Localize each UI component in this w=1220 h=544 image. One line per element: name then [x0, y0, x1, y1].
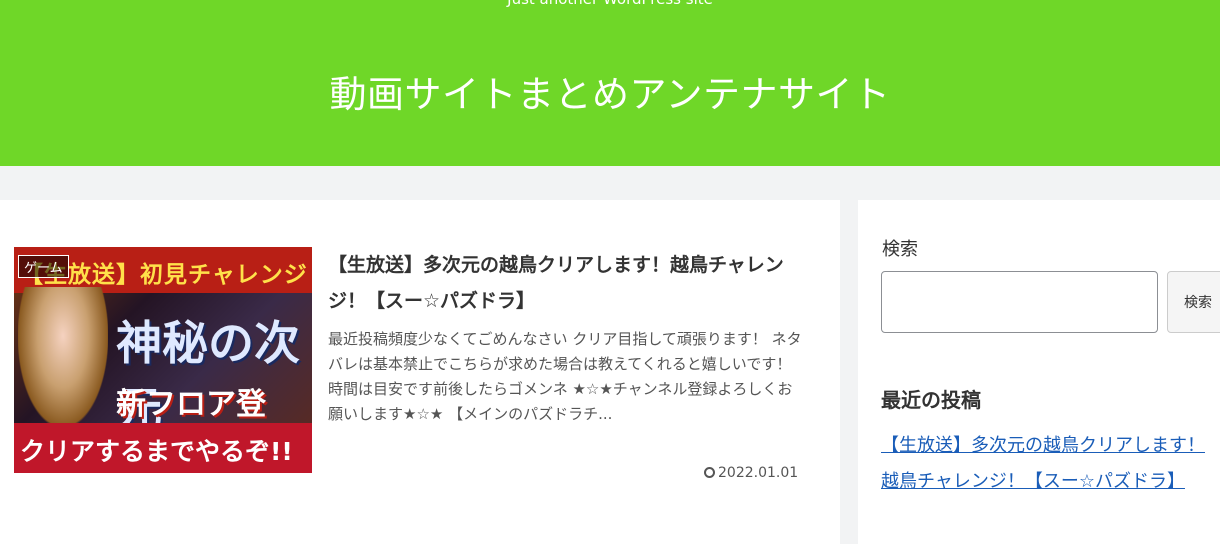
- post-date: 2022.01.01: [704, 465, 798, 481]
- post-thumbnail[interactable]: 【生放送】初見チャレンジ 神秘の次元 新フロア登場！ クリアするまでやるぞ!! …: [14, 247, 312, 473]
- search-input[interactable]: [881, 271, 1158, 333]
- recent-posts-heading: 最近の投稿: [881, 388, 981, 412]
- character-illustration: [18, 287, 108, 427]
- site-title[interactable]: 動画サイトまとめアンテナサイト: [0, 64, 1220, 118]
- post-title[interactable]: 【生放送】多次元の越鳥クリアします！越鳥チャレンジ！【スー☆パズドラ】: [328, 247, 798, 319]
- category-label[interactable]: ゲーム: [18, 255, 69, 278]
- post-date-text: 2022.01.01: [718, 465, 799, 481]
- search-label: 検索: [882, 239, 918, 260]
- search-button[interactable]: 検索: [1167, 271, 1220, 333]
- post-card[interactable]: 【生放送】初見チャレンジ 神秘の次元 新フロア登場！ クリアするまでやるぞ!! …: [14, 247, 814, 481]
- clock-icon: [704, 467, 715, 478]
- site-tagline: Just another WordPress site: [0, 0, 1220, 8]
- thumbnail-text-bottom: クリアするまでやるぞ!!: [20, 437, 293, 466]
- main-content: 【生放送】初見チャレンジ 神秘の次元 新フロア登場！ クリアするまでやるぞ!! …: [0, 200, 840, 544]
- site-header: Just another WordPress site 動画サイトまとめアンテナ…: [0, 0, 1220, 166]
- sidebar: 検索 検索 最近の投稿 【生放送】多次元の越鳥クリアします！越鳥チャレンジ！【ス…: [858, 200, 1220, 544]
- recent-post-link[interactable]: 【生放送】多次元の越鳥クリアします！越鳥チャレンジ！【スー☆パズドラ】: [881, 428, 1220, 500]
- post-excerpt: 最近投稿頻度少なくてごめんなさい クリア目指して頑張ります！ ネタバレは基本禁止…: [328, 330, 802, 423]
